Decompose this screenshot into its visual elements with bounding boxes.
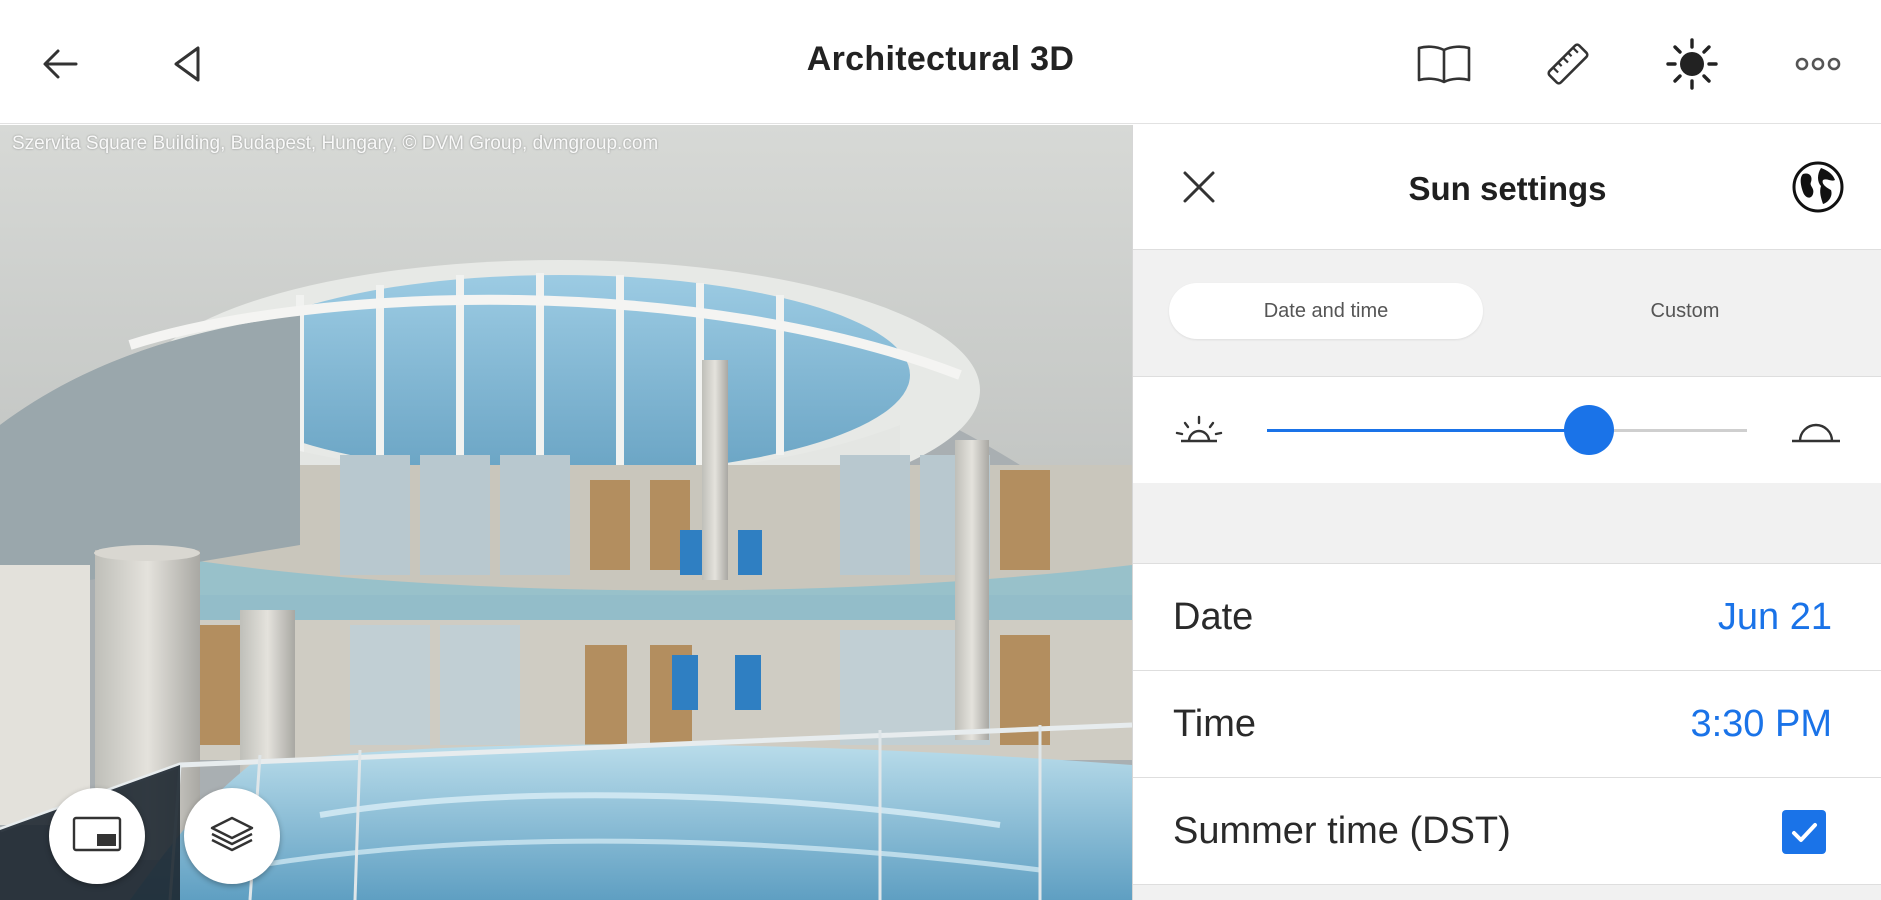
picture-in-picture-button[interactable] — [49, 788, 145, 884]
ruler-icon[interactable] — [1538, 34, 1598, 94]
time-row[interactable]: Time 3:30 PM — [1133, 671, 1881, 778]
section-spacer — [1133, 483, 1881, 564]
panel-header: Sun settings — [1133, 125, 1881, 250]
time-label: Time — [1173, 703, 1257, 745]
image-credit-caption: Szervita Square Building, Budapest, Hung… — [12, 133, 659, 154]
book-icon[interactable] — [1414, 34, 1474, 94]
date-row[interactable]: Date Jun 21 — [1133, 564, 1881, 671]
tab-date-and-time[interactable]: Date and time — [1169, 283, 1483, 339]
sun-icon[interactable] — [1662, 34, 1722, 94]
top-app-bar: Architectural 3D — [0, 0, 1881, 124]
3d-viewport[interactable]: Szervita Square Building, Budapest, Hung… — [0, 125, 1132, 900]
slider-thumb[interactable] — [1563, 405, 1614, 455]
sun-position-row — [1133, 377, 1881, 484]
checkmark-icon — [1792, 823, 1817, 842]
dst-checkbox[interactable] — [1782, 810, 1826, 854]
sun-position-slider[interactable] — [1267, 405, 1747, 455]
layers-button[interactable] — [184, 788, 280, 884]
dst-row[interactable]: Summer time (DST) — [1133, 778, 1881, 885]
more-icon[interactable] — [1788, 34, 1848, 94]
app-title: Architectural 3D — [806, 40, 1075, 78]
sun-settings-panel: Sun settings Date and time Custom Date J… — [1132, 125, 1881, 900]
date-value[interactable]: Jun 21 — [1718, 596, 1832, 639]
sunset-icon — [1788, 407, 1844, 455]
layers-icon — [206, 812, 258, 861]
dst-label: Summer time (DST) — [1173, 810, 1511, 852]
slider-fill — [1267, 429, 1589, 432]
time-value[interactable]: 3:30 PM — [1690, 703, 1832, 746]
panel-title: Sun settings — [1408, 170, 1607, 207]
date-label: Date — [1173, 596, 1254, 638]
topbar-divider — [0, 123, 1881, 124]
picture-in-picture-icon — [71, 814, 123, 859]
globe-icon[interactable] — [1790, 159, 1846, 215]
sunrise-icon — [1171, 407, 1227, 455]
architecture-scene-image — [0, 125, 1132, 900]
tab-custom[interactable]: Custom — [1528, 283, 1842, 339]
